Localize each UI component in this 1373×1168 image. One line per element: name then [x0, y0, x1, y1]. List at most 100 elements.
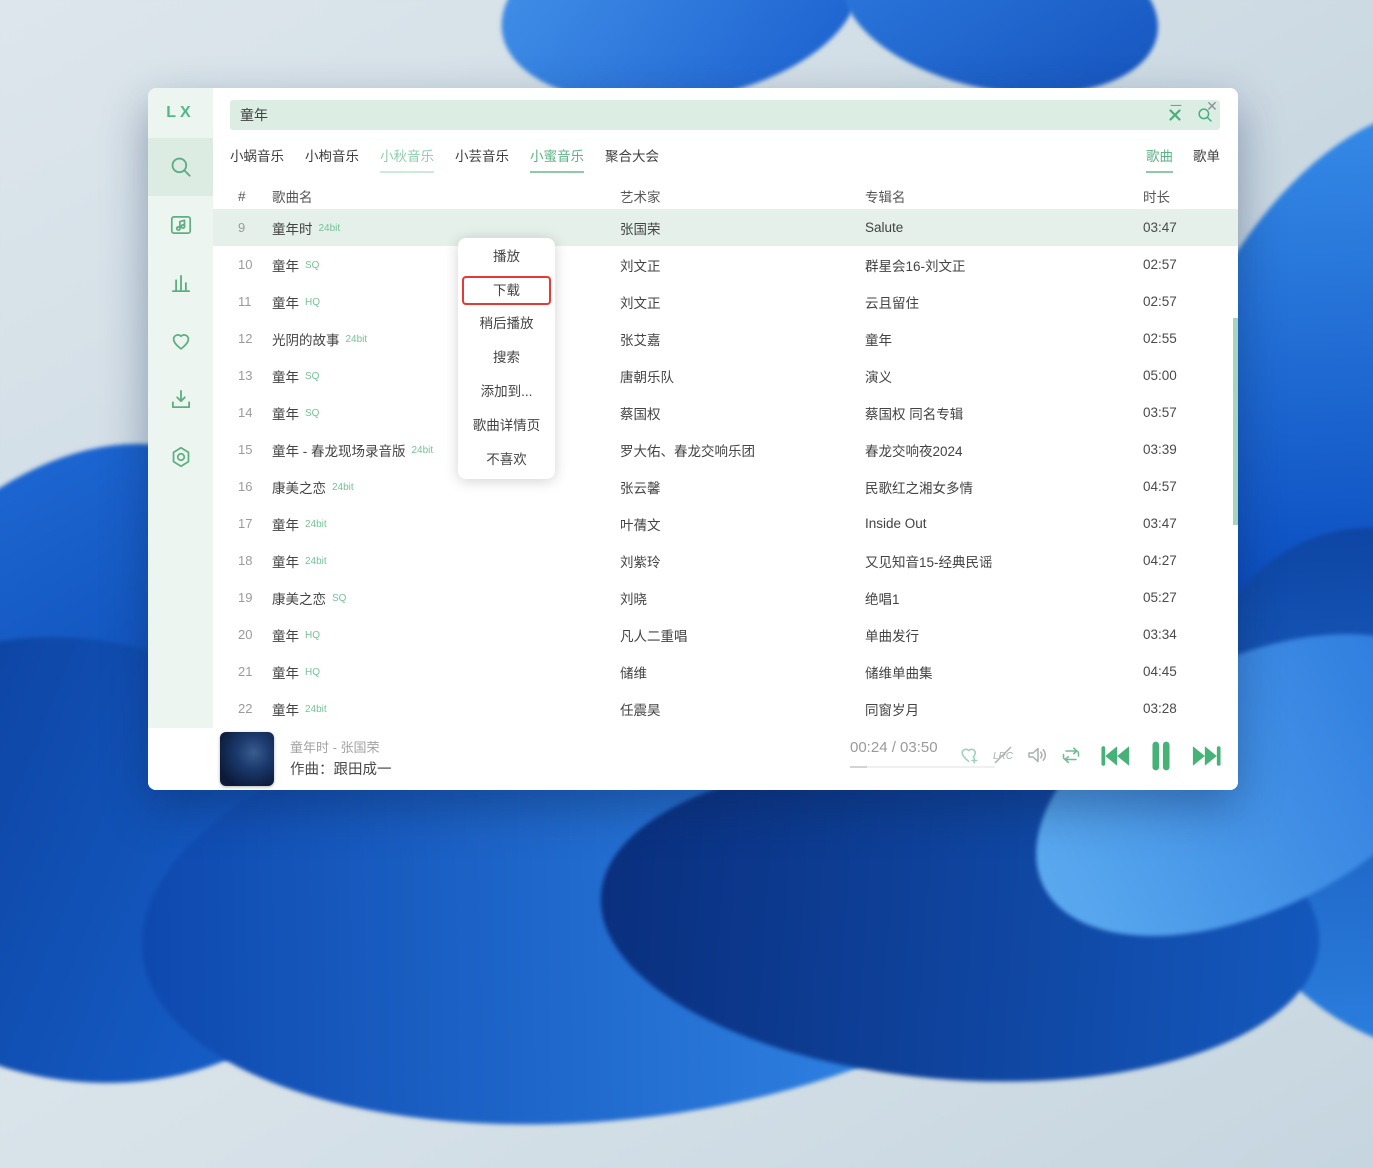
table-row[interactable]: 18 童年 24bit 刘紫玲 又见知音15-经典民谣 04:27: [213, 542, 1238, 579]
header-num: #: [238, 188, 246, 204]
song-album: 童年: [865, 332, 892, 348]
song-number: 19: [238, 590, 253, 605]
quality-badge: HQ: [305, 666, 320, 678]
volume-button[interactable]: [1024, 744, 1050, 770]
sidebar-item-search[interactable]: [148, 138, 213, 196]
app-logo: LX: [166, 104, 195, 121]
table-row[interactable]: 22 童年 24bit 任震昊 同窗岁月 03:28: [213, 690, 1238, 727]
minimize-button[interactable]: ─: [1162, 94, 1190, 118]
table-row[interactable]: 16 康美之恋 24bit 张云馨 民歌红之湘女多情 04:57: [213, 468, 1238, 505]
previous-button[interactable]: [1098, 741, 1132, 775]
context-menu: 播放 下载 稍后播放 搜索 添加到... 歌曲详情页 不喜欢: [458, 238, 555, 479]
source-tab-xiaoyun[interactable]: 小芸音乐: [455, 145, 509, 173]
desktop-lyrics-icon: LRC: [991, 743, 1015, 772]
song-artist: 刘文正: [620, 295, 661, 311]
music-list-icon: [168, 212, 194, 238]
context-menu-item-play-later[interactable]: 稍后播放: [458, 307, 555, 341]
song-duration: 02:55: [1143, 331, 1177, 346]
context-menu-item-search[interactable]: 搜索: [458, 341, 555, 375]
song-number: 20: [238, 627, 253, 642]
header-duration: 时长: [1143, 190, 1170, 205]
song-duration: 02:57: [1143, 294, 1177, 309]
song-number: 12: [238, 331, 253, 346]
download-icon: [168, 386, 194, 412]
context-menu-item-play[interactable]: 播放: [458, 240, 555, 274]
song-name-cell: 童年 HQ: [272, 292, 620, 312]
table-row[interactable]: 12 光阴的故事 24bit 张艾嘉 童年 02:55: [213, 320, 1238, 357]
song-duration: 05:00: [1143, 368, 1177, 383]
song-number: 21: [238, 664, 253, 679]
source-tab-xiaomi[interactable]: 小蜜音乐: [530, 145, 584, 173]
desktop-lyrics-button[interactable]: LRC: [990, 744, 1016, 770]
song-name: 童年: [272, 665, 299, 681]
song-number: 10: [238, 257, 253, 272]
table-row[interactable]: 10 童年 SQ 刘文正 群星会16-刘文正 02:57: [213, 246, 1238, 283]
song-duration: 03:39: [1143, 442, 1177, 457]
playmode-button[interactable]: [1058, 744, 1084, 770]
quality-badge: 24bit: [305, 703, 327, 715]
song-duration: 03:34: [1143, 627, 1177, 642]
song-list: 9 童年时 24bit 张国荣 Salute 03:47 10 童年 SQ 刘文正 群星会16-刘文…: [213, 209, 1238, 728]
search-icon: [168, 154, 194, 180]
song-number: 18: [238, 553, 253, 568]
table-row[interactable]: 17 童年 24bit 叶蒨文 Inside Out 03:47: [213, 505, 1238, 542]
song-name: 童年时: [272, 221, 313, 237]
source-tab-juhe[interactable]: 聚合大会: [605, 145, 659, 173]
table-row[interactable]: 15 童年 - 春龙现场录音版 24bit 罗大佑、春龙交响乐团 春龙交响夜2024 03…: [213, 431, 1238, 468]
song-album: 云且留住: [865, 295, 919, 311]
song-name-cell: 康美之恋 24bit: [272, 477, 620, 497]
pause-icon: [1148, 740, 1174, 777]
song-name-cell: 康美之恋 SQ: [272, 588, 620, 608]
context-menu-item-download[interactable]: 下载: [462, 276, 551, 305]
song-artist: 刘紫玲: [620, 554, 661, 570]
type-tab-playlists[interactable]: 歌单: [1193, 145, 1220, 173]
sidebar-item-download[interactable]: [148, 370, 213, 428]
table-row[interactable]: 21 童年 HQ 储维 储维单曲集 04:45: [213, 653, 1238, 690]
sidebar-item-songlist[interactable]: [148, 196, 213, 254]
song-name: 童年: [272, 369, 299, 385]
scrollbar-thumb[interactable]: [1233, 318, 1238, 525]
favorite-button[interactable]: [956, 744, 982, 770]
song-number: 15: [238, 442, 253, 457]
table-row[interactable]: 19 康美之恋 SQ 刘晓 绝唱1 05:27: [213, 579, 1238, 616]
source-tab-xiaogou[interactable]: 小枸音乐: [305, 145, 359, 173]
table-row[interactable]: 13 童年 SQ 唐朝乐队 演义 05:00: [213, 357, 1238, 394]
sidebar-item-love[interactable]: [148, 312, 213, 370]
sidebar-item-settings[interactable]: [148, 428, 213, 486]
quality-badge: 24bit: [332, 481, 354, 493]
context-menu-item-song-detail[interactable]: 歌曲详情页: [458, 409, 555, 443]
quality-badge: 24bit: [305, 555, 327, 567]
quality-badge: HQ: [305, 629, 320, 641]
table-row[interactable]: 11 童年 HQ 刘文正 云且留住 02:57: [213, 283, 1238, 320]
song-name-cell: 童年 HQ: [272, 625, 620, 645]
quality-badge: HQ: [305, 296, 320, 308]
chart-bars-icon: [168, 270, 194, 296]
song-name: 童年 - 春龙现场录音版: [272, 443, 406, 459]
source-tab-xiaowo[interactable]: 小蜗音乐: [230, 145, 284, 173]
heart-icon: [168, 328, 194, 354]
table-row[interactable]: 14 童年 SQ 蔡国权 蔡国权 同名专辑 03:57: [213, 394, 1238, 431]
song-name-cell: 童年 SQ: [272, 255, 620, 275]
song-duration: 04:45: [1143, 664, 1177, 679]
song-duration: 04:27: [1143, 553, 1177, 568]
table-row[interactable]: 9 童年时 24bit 张国荣 Salute 03:47: [213, 209, 1238, 246]
type-tab-songs[interactable]: 歌曲: [1146, 145, 1173, 173]
context-menu-item-dislike[interactable]: 不喜欢: [458, 443, 555, 477]
table-header: # 歌曲名 艺术家 专辑名 时长: [213, 183, 1238, 209]
context-menu-item-add-to[interactable]: 添加到...: [458, 375, 555, 409]
header-artist: 艺术家: [620, 190, 661, 205]
table-row[interactable]: 20 童年 HQ 凡人二重唱 单曲发行 03:34: [213, 616, 1238, 653]
album-art[interactable]: [220, 732, 274, 786]
close-button[interactable]: ✕: [1198, 94, 1226, 118]
pause-button[interactable]: [1144, 741, 1178, 775]
source-tab-xiaoqiu[interactable]: 小秋音乐: [380, 145, 434, 173]
song-number: 11: [238, 294, 252, 309]
next-button[interactable]: [1190, 741, 1224, 775]
sidebar-item-leaderboard[interactable]: [148, 254, 213, 312]
svg-text:LRC: LRC: [993, 751, 1014, 762]
song-name: 童年: [272, 258, 299, 274]
search-input[interactable]: [230, 107, 1160, 123]
song-artist: 唐朝乐队: [620, 369, 674, 385]
now-playing-title: 童年时 - 张国荣: [290, 740, 380, 755]
quality-badge: SQ: [332, 592, 347, 604]
